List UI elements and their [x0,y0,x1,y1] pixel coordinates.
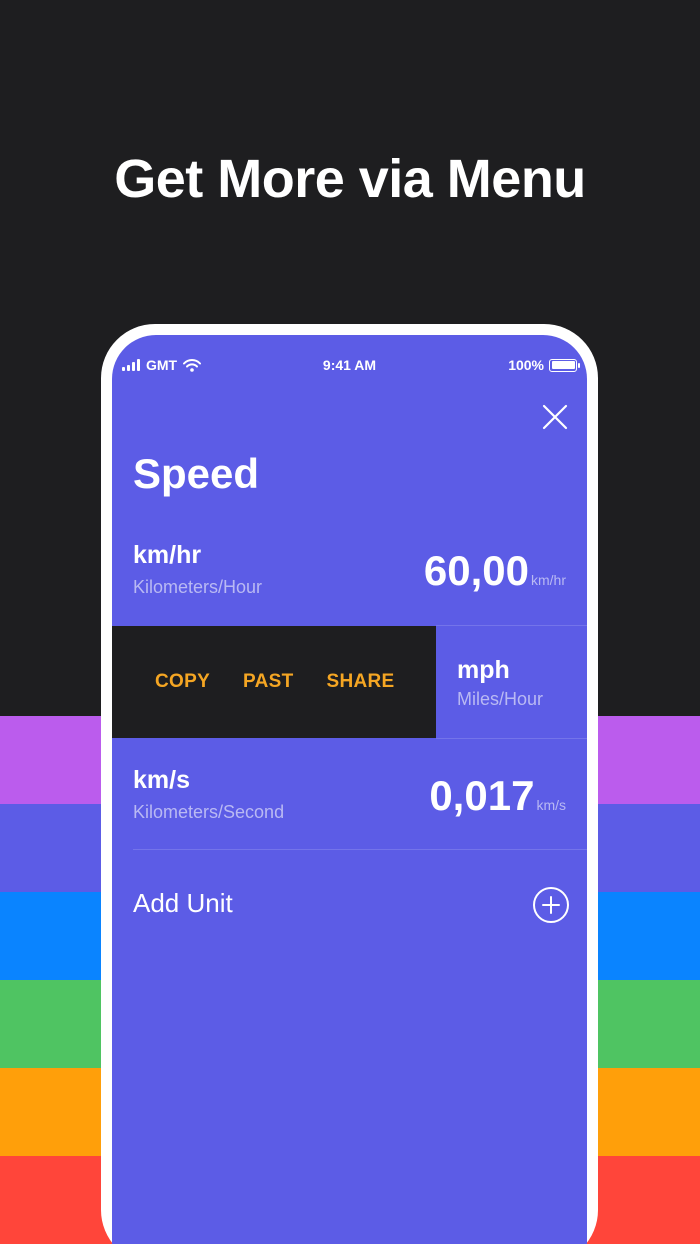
unit-value[interactable]: 0,017 km/s [429,772,566,820]
context-menu: COPY PAST SHARE [112,626,436,738]
add-unit-button[interactable]: Add Unit [133,871,570,941]
phone-frame: GMT 9:41 AM 100% Speed km/hr Kilometers/… [101,324,598,1244]
copy-button[interactable]: COPY [155,671,210,693]
plus-circle-icon[interactable] [532,886,570,924]
unit-abbr: mph [457,656,510,684]
battery-percent: 100% [508,357,544,373]
unit-row-mph[interactable]: mph Miles/Hour [457,626,587,738]
close-icon[interactable] [541,403,569,431]
headline: Get More via Menu [114,149,586,209]
unit-row-km-s[interactable]: km/s Kilometers/Second 0,017 km/s [133,738,566,849]
unit-row-km-hr[interactable]: km/hr Kilometers/Hour 60,00 km/hr [133,515,566,626]
unit-value[interactable]: 60,00 km/hr [424,547,566,595]
page-title: Speed [133,450,260,497]
unit-value-number: 0,017 [429,772,535,819]
unit-value-suffix: km/hr [531,572,566,588]
unit-full-name: Kilometers/Hour [133,577,263,597]
unit-value-suffix: km/s [536,797,566,813]
add-unit-label: Add Unit [133,888,233,918]
divider [133,849,587,850]
battery-icon [549,358,580,372]
status-bar: GMT 9:41 AM 100% [112,357,587,377]
status-right: 100% [508,357,580,373]
unit-abbr: km/hr [133,541,202,569]
app-screen: GMT 9:41 AM 100% Speed km/hr Kilometers/… [112,335,587,1244]
unit-value-number: 60,00 [423,547,529,594]
share-button[interactable]: SHARE [327,671,395,693]
unit-full-name: Miles/Hour [457,689,544,709]
unit-full-name: Kilometers/Second [133,802,285,822]
unit-abbr: km/s [133,766,190,794]
paste-button[interactable]: PAST [243,671,293,693]
